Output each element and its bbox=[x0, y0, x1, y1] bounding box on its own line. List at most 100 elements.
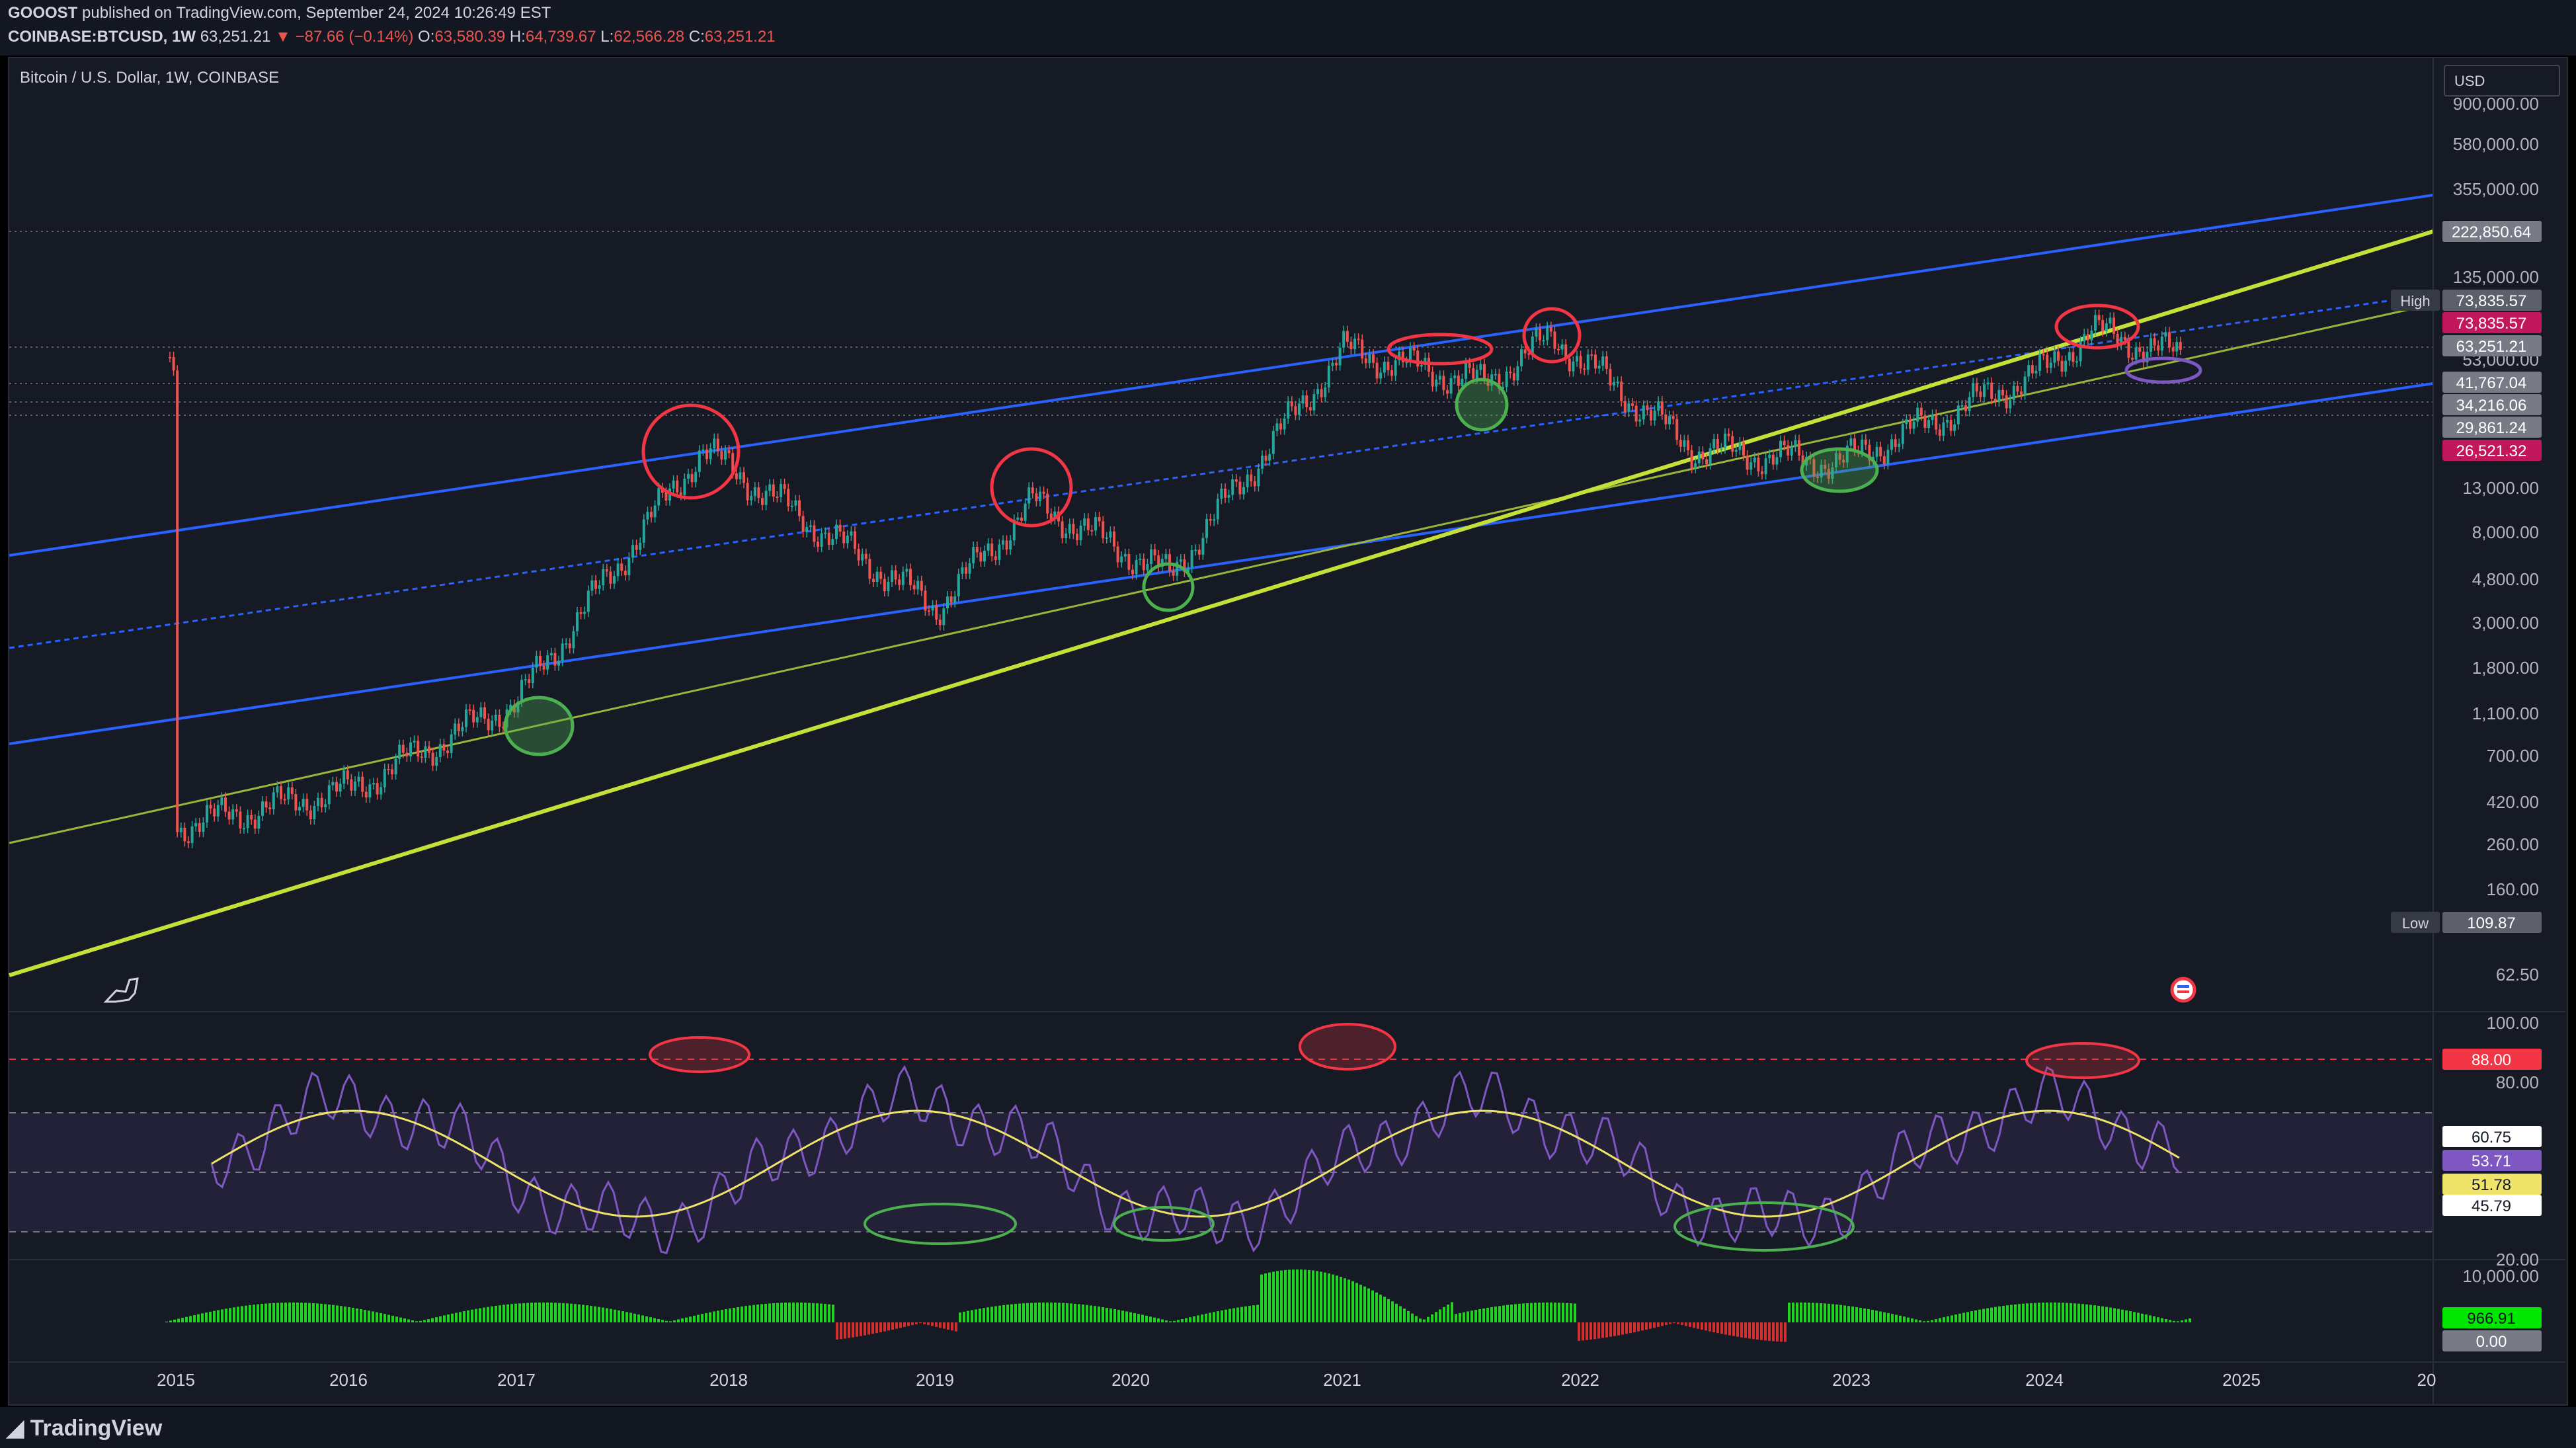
histogram-bar bbox=[395, 1316, 398, 1322]
histogram-bar bbox=[2070, 1303, 2072, 1322]
histogram-bar bbox=[661, 1320, 664, 1322]
histogram-bar bbox=[2105, 1307, 2108, 1322]
histogram-bar bbox=[2089, 1305, 2092, 1322]
candle-body bbox=[2113, 317, 2115, 334]
candle-body bbox=[1061, 521, 1064, 538]
candle-body bbox=[1109, 531, 1112, 538]
histogram-bar bbox=[967, 1310, 969, 1322]
candle-body bbox=[224, 797, 227, 812]
price-candles[interactable] bbox=[169, 309, 2182, 848]
histogram-bar bbox=[241, 1306, 243, 1322]
histogram-bar bbox=[1399, 1306, 1402, 1322]
histogram-bar bbox=[312, 1303, 315, 1322]
histogram-bar bbox=[2109, 1307, 2112, 1322]
tradingview-logo[interactable]: ◢ TradingView bbox=[7, 1415, 162, 1441]
candle-body bbox=[1727, 433, 1730, 436]
candle-body bbox=[1757, 458, 1760, 471]
histogram-bar bbox=[542, 1303, 545, 1322]
candle-body bbox=[1123, 553, 1127, 557]
histogram-bar bbox=[701, 1314, 704, 1322]
histogram-bar bbox=[1748, 1322, 1751, 1339]
candle-body bbox=[2138, 347, 2142, 352]
candle-body bbox=[1220, 489, 1223, 499]
histogram-bar bbox=[2185, 1319, 2187, 1322]
histogram-bar bbox=[1344, 1278, 1346, 1322]
histogram-bar bbox=[2141, 1313, 2144, 1322]
candle-body bbox=[1453, 375, 1457, 379]
histogram-bar bbox=[832, 1305, 834, 1322]
candle-body bbox=[1375, 362, 1379, 379]
candle-body bbox=[438, 744, 442, 757]
price-annotations[interactable] bbox=[503, 303, 2202, 756]
candle-body bbox=[972, 547, 975, 563]
candle-body bbox=[357, 776, 360, 782]
histogram-bar bbox=[2050, 1303, 2052, 1322]
candle-body bbox=[1975, 383, 1978, 392]
candle-body bbox=[798, 500, 801, 516]
histogram-bar bbox=[582, 1305, 584, 1322]
histogram-bar bbox=[300, 1303, 303, 1322]
histogram-bar bbox=[1720, 1322, 1723, 1334]
histogram-bar bbox=[1974, 1310, 1977, 1322]
histogram-bar bbox=[1435, 1312, 1437, 1322]
replay-dino-icon[interactable] bbox=[103, 977, 139, 1003]
histogram-bar bbox=[1185, 1318, 1187, 1322]
histogram-bar bbox=[856, 1322, 858, 1337]
histogram-bar bbox=[221, 1309, 223, 1322]
candle-body bbox=[1039, 491, 1041, 502]
histogram-bar bbox=[2058, 1303, 2060, 1322]
candle-body bbox=[198, 823, 201, 832]
histogram-bar bbox=[2022, 1303, 2025, 1322]
candle-body bbox=[1416, 350, 1420, 367]
histogram-bar bbox=[637, 1314, 640, 1322]
histogram-bar bbox=[360, 1309, 362, 1322]
candle-body bbox=[868, 559, 871, 579]
candle-body bbox=[831, 539, 834, 545]
candle-body bbox=[605, 569, 608, 572]
histogram-bar bbox=[594, 1306, 596, 1322]
candle-body bbox=[2168, 332, 2171, 348]
candle-body bbox=[1153, 549, 1156, 556]
histogram-bar bbox=[264, 1303, 267, 1322]
time-axis[interactable]: 2015 2016 2017 2018 2019 2020 2021 2022 2023 2024… bbox=[157, 1370, 2436, 1390]
histogram-bar bbox=[1375, 1292, 1378, 1322]
candle-body bbox=[1086, 518, 1090, 530]
candle-body bbox=[1935, 415, 1938, 430]
currency-button[interactable]: USD bbox=[2444, 65, 2560, 97]
rsi-axis[interactable]: 100.0080.0020.0088.0060.7553.7151.7845.7… bbox=[2442, 1013, 2542, 1269]
candle-body bbox=[1549, 327, 1552, 332]
price-tick-label: 355,000.00 bbox=[2453, 179, 2539, 199]
histogram-bar bbox=[1117, 1310, 1120, 1322]
candle-body bbox=[1923, 415, 1927, 428]
candle-body bbox=[1290, 401, 1293, 407]
chart-canvas[interactable]: 900,000.00 580,000.00 355,000.00 135,000.00… bbox=[0, 0, 2576, 1448]
candle-body bbox=[1886, 450, 1890, 465]
candle-body bbox=[1002, 540, 1004, 545]
volume-histogram[interactable] bbox=[165, 1269, 2191, 1342]
candle-body bbox=[549, 653, 553, 656]
rsi-pane[interactable] bbox=[9, 1023, 2433, 1255]
histogram-bar bbox=[705, 1312, 707, 1322]
histogram-bar bbox=[1578, 1322, 1580, 1341]
histogram-bar bbox=[883, 1322, 886, 1332]
histogram-bar bbox=[522, 1303, 525, 1322]
candle-body bbox=[1949, 420, 1952, 431]
candle-body bbox=[2064, 360, 2068, 372]
histogram-bar bbox=[1173, 1320, 1176, 1322]
histogram-bar bbox=[955, 1322, 957, 1332]
histogram-bar bbox=[554, 1303, 557, 1322]
histogram-bar bbox=[1125, 1311, 1128, 1322]
us-flag-event-icon[interactable] bbox=[2170, 977, 2196, 1003]
candle-body bbox=[1465, 363, 1467, 379]
histogram-bar bbox=[1006, 1305, 1009, 1322]
histogram-bar bbox=[1506, 1305, 1509, 1322]
candle-body bbox=[243, 828, 245, 830]
histogram-bar bbox=[709, 1312, 711, 1322]
histogram-bar bbox=[1962, 1312, 1965, 1322]
volume-axis[interactable]: 10,000.00 966.91 0.00 bbox=[2442, 1266, 2542, 1351]
histogram-bar bbox=[808, 1303, 811, 1322]
histogram-bar bbox=[2046, 1303, 2048, 1322]
histogram-bar bbox=[2137, 1312, 2140, 1322]
candle-body bbox=[1320, 389, 1323, 397]
candle-body bbox=[864, 553, 867, 559]
